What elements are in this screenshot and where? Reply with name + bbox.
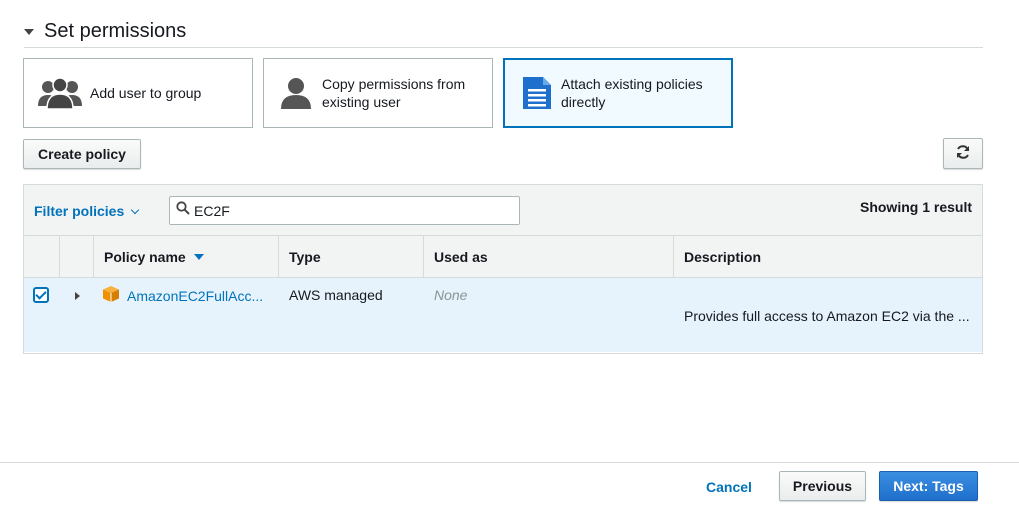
policy-name-link[interactable]: AmazonEC2FullAcc...: [127, 288, 263, 304]
filter-policies-dropdown[interactable]: Filter policies: [34, 203, 140, 219]
cancel-link[interactable]: Cancel: [706, 479, 752, 495]
collapse-caret-icon[interactable]: [24, 29, 34, 35]
option-attach-policies[interactable]: Attach existing policies directly: [503, 58, 733, 128]
sort-desc-icon: [193, 254, 204, 260]
filter-bar: Filter policies Showing 1 result: [24, 185, 982, 236]
header-select-column: [24, 236, 60, 278]
next-tags-button[interactable]: Next: Tags: [879, 471, 978, 501]
search-icon: [176, 201, 190, 220]
chevron-down-icon: [131, 205, 140, 214]
used-as-cell: None: [434, 287, 468, 303]
group-icon: [38, 76, 82, 110]
option-label: Attach existing policies directly: [561, 76, 703, 110]
type-cell: AWS managed: [289, 287, 383, 303]
policy-name-cell: AmazonEC2FullAcc...: [94, 278, 279, 352]
column-header-policy-name[interactable]: Policy name: [94, 236, 279, 278]
option-label: Copy permissions from existing user: [322, 76, 466, 110]
column-header-used-as[interactable]: Used as: [424, 236, 674, 278]
wizard-footer: Cancel Previous Next: Tags: [0, 462, 1019, 512]
select-cell: [24, 278, 60, 352]
column-label: Type: [289, 249, 321, 265]
search-input[interactable]: [194, 202, 494, 219]
expand-cell: [60, 278, 94, 352]
policy-package-icon: [102, 285, 120, 306]
document-icon: [521, 75, 553, 111]
policies-table: Filter policies Showing 1 result Policy …: [23, 184, 983, 354]
option-add-user-to-group[interactable]: Add user to group: [23, 58, 253, 128]
column-label: Description: [684, 249, 762, 265]
description-cell: Provides full access to Amazon EC2 via t…: [684, 308, 970, 324]
previous-button[interactable]: Previous: [779, 471, 866, 501]
header-expand-column: [60, 236, 94, 278]
section-title: Set permissions: [44, 20, 187, 42]
column-header-description[interactable]: Description: [674, 236, 982, 278]
option-label: Add user to group: [90, 85, 202, 101]
column-label: Policy name: [104, 249, 186, 265]
user-icon: [278, 76, 314, 110]
option-copy-permissions[interactable]: Copy permissions from existing user: [263, 58, 493, 128]
row-checkbox[interactable]: [33, 287, 49, 303]
result-count: Showing 1 result: [859, 199, 972, 215]
filter-label: Filter policies: [34, 203, 125, 219]
table-header: Policy name Type Used as Description: [24, 236, 982, 278]
column-header-type[interactable]: Type: [279, 236, 424, 278]
refresh-button[interactable]: [943, 138, 983, 169]
search-field[interactable]: [169, 196, 520, 225]
refresh-icon: [955, 144, 971, 163]
expand-row-icon[interactable]: [75, 292, 80, 300]
column-label: Used as: [434, 249, 488, 265]
create-policy-button[interactable]: Create policy: [23, 139, 141, 169]
set-permissions-header[interactable]: Set permissions: [24, 18, 983, 48]
table-row[interactable]: AmazonEC2FullAcc... AWS managed None Pro…: [24, 278, 982, 352]
